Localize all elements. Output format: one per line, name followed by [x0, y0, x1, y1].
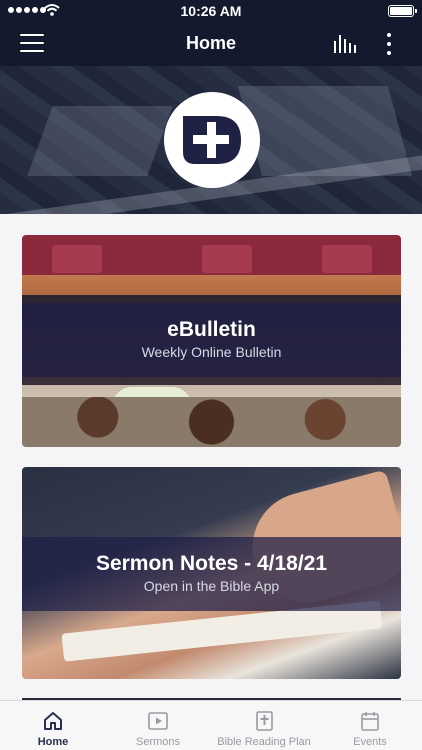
- church-logo-icon: [183, 116, 241, 164]
- card-caption: Sermon Notes - 4/18/21 Open in the Bible…: [22, 537, 401, 611]
- tab-label: Sermons: [135, 736, 181, 748]
- hero-banner: [0, 66, 422, 214]
- status-bar: 10:26 AM: [0, 0, 422, 22]
- tab-events[interactable]: Events: [342, 701, 398, 750]
- tab-bible-reading-plan[interactable]: Bible Reading Plan: [211, 701, 317, 750]
- tab-bar: Home Sermons Bible Reading Plan Events: [0, 700, 422, 750]
- ebulletin-card[interactable]: eBulletin Weekly Online Bulletin: [22, 235, 401, 447]
- audio-bars-icon[interactable]: [333, 35, 357, 53]
- status-time: 10:26 AM: [180, 3, 242, 19]
- card-subtitle: Open in the Bible App: [143, 578, 280, 594]
- sermon-notes-card[interactable]: Sermon Notes - 4/18/21 Open in the Bible…: [22, 467, 401, 679]
- home-icon: [44, 712, 62, 730]
- play-icon: [148, 712, 168, 730]
- top-bar: 10:26 AM Home: [0, 0, 422, 66]
- calendar-icon: [361, 712, 379, 731]
- navigation-bar: Home: [0, 22, 422, 66]
- card-title: Sermon Notes - 4/18/21: [95, 552, 328, 575]
- battery-icon: [388, 5, 417, 17]
- tab-label: Events: [353, 736, 387, 748]
- tab-home[interactable]: Home: [28, 701, 78, 750]
- tab-label: Home: [37, 736, 69, 748]
- tab-label: Bible Reading Plan: [217, 736, 311, 748]
- bible-icon: [256, 711, 273, 731]
- card-subtitle: Weekly Online Bulletin: [141, 344, 282, 360]
- more-options-button[interactable]: [382, 32, 396, 56]
- page-title: Home: [185, 33, 236, 53]
- card-caption: eBulletin Weekly Online Bulletin: [22, 303, 401, 377]
- card-title: eBulletin: [167, 318, 256, 341]
- tab-sermons[interactable]: Sermons: [128, 701, 188, 750]
- church-logo: [164, 92, 260, 188]
